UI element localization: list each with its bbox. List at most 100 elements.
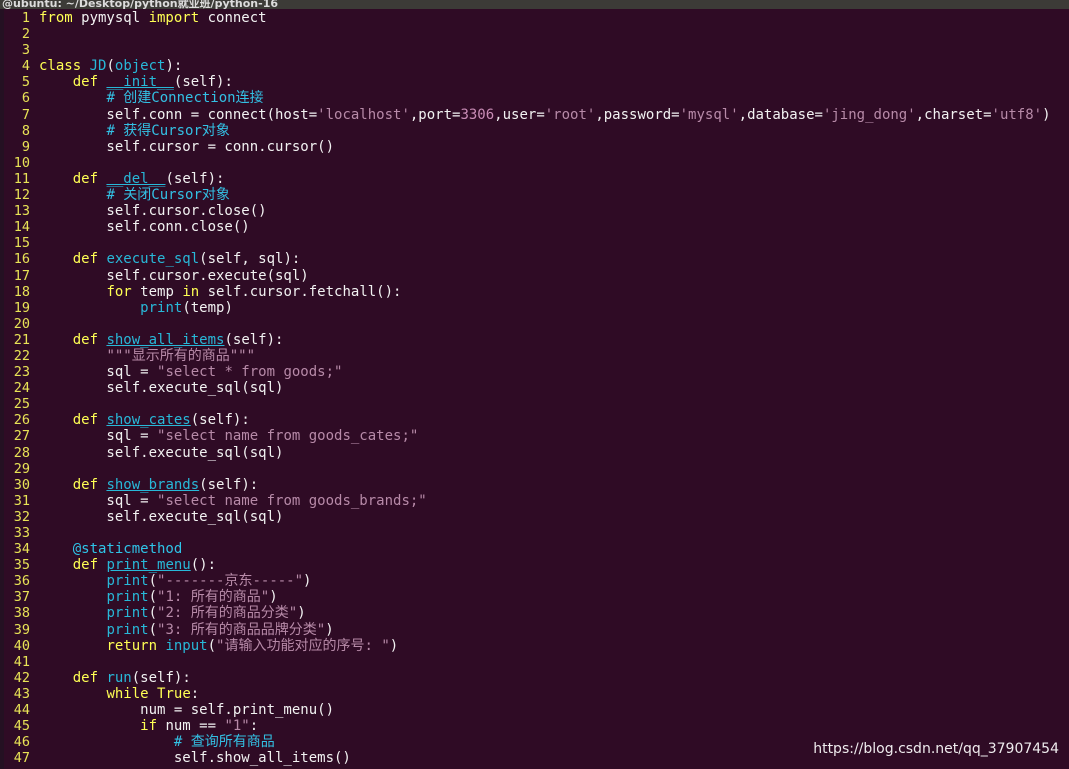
code-token: if [140,718,158,735]
code-token: "select * from goods;" [157,364,343,381]
code-line[interactable]: 9 self.cursor = conn.cursor() [0,139,1069,155]
line-number: 10 [13,154,30,171]
code-token: (temp) [182,299,233,316]
code-line[interactable]: 32 self.execute_sql(sql) [0,509,1069,525]
code-line[interactable]: 4 class JD(object): [0,58,1069,74]
line-number: 39 [13,621,30,638]
code-line[interactable]: 18 for temp in self.cursor.fetchall(): [0,284,1069,300]
code-line[interactable]: 39 print("3: 所有的商品品牌分类") [0,622,1069,638]
code-token: object [114,58,166,75]
code-token: ( [148,605,158,622]
line-content: def __init__(self): [39,74,233,90]
code-line[interactable]: 23 sql = "select * from goods;" [0,364,1069,380]
code-token: show_cates [106,412,191,429]
code-line[interactable]: 8 # 获得Cursor对象 [0,123,1069,139]
line-number: 5 [21,74,30,91]
code-line[interactable]: 20 [0,316,1069,332]
line-content: def print_menu(): [39,557,216,573]
line-number: 44 [13,702,30,719]
code-line[interactable]: 10 [0,155,1069,171]
line-content: self.execute_sql(sql) [39,509,283,525]
code-token: ( [148,573,158,590]
code-token: self.cursor = conn.cursor() [39,138,335,155]
code-line[interactable]: 2 [0,26,1069,42]
code-token: (self): [199,476,259,493]
line-content: # 关闭Cursor对象 [39,187,229,203]
line-number: 30 [13,476,30,493]
code-line[interactable]: 35 def print_menu(): [0,557,1069,573]
code-token: def [72,74,99,91]
line-number: 31 [13,492,30,509]
title-bar[interactable]: @ubuntu: ~/Desktop/python就业班/python-16 [0,0,1069,9]
line-number: 45 [13,718,30,735]
code-line[interactable]: 3 [0,42,1069,58]
code-line[interactable]: 17 self.cursor.execute(sql) [0,268,1069,284]
code-line[interactable]: 19 print(temp) [0,300,1069,316]
line-content: print(temp) [39,300,233,316]
line-number: 47 [13,750,30,767]
line-content: # 创建Connection连接 [39,90,263,106]
code-token: @staticmethod [72,541,183,558]
code-line[interactable]: 42 def run(self): [0,670,1069,686]
code-token: 3306 [460,106,495,123]
code-line[interactable]: 22 """显示所有的商品""" [0,348,1069,364]
code-line[interactable]: 34 @staticmethod [0,541,1069,557]
code-token: print [106,589,149,606]
code-line[interactable]: 33 [0,525,1069,541]
line-number: 14 [13,219,30,236]
code-line[interactable]: 11 def __del__(self): [0,171,1069,187]
code-token: def [72,412,99,429]
code-line[interactable]: 7 self.conn = connect(host='localhost',p… [0,107,1069,123]
code-token: self.execute_sql(sql) [39,444,284,461]
line-content: print("-------京东-----") [39,573,311,589]
code-line[interactable]: 6 # 创建Connection连接 [0,90,1069,106]
code-line[interactable]: 14 self.conn.close() [0,219,1069,235]
line-content: sql = "select * from goods;" [39,364,342,380]
code-line[interactable]: 41 [0,654,1069,670]
code-editor[interactable]: 1 from pymysql import connect 2 3 4 class JD(… [0,10,1069,766]
code-line[interactable]: 12 # 关闭Cursor对象 [0,187,1069,203]
code-line[interactable]: 26 def show_cates(self): [0,412,1069,428]
code-line[interactable]: 31 sql = "select name from goods_brands;… [0,493,1069,509]
code-line[interactable]: 38 print("2: 所有的商品分类") [0,605,1069,621]
line-number: 19 [13,299,30,316]
code-line[interactable]: 30 def show_brands(self): [0,477,1069,493]
code-token: "select name from goods_brands;" [157,492,427,509]
code-token: "请输入功能对应的序号: " [216,637,390,654]
code-line[interactable]: 27 sql = "select name from goods_cates;" [0,428,1069,444]
code-token: (self): [131,669,191,686]
code-line[interactable]: 40 return input("请输入功能对应的序号: ") [0,638,1069,654]
code-token: sql = [39,364,158,381]
line-content: sql = "select name from goods_cates;" [39,428,418,444]
line-content: from pymysql import connect [39,10,267,26]
code-line[interactable]: 44 num = self.print_menu() [0,702,1069,718]
code-line[interactable]: 29 [0,461,1069,477]
code-line[interactable]: 37 print("1: 所有的商品") [0,589,1069,605]
code-token: ,user= [494,106,545,123]
code-line[interactable]: 28 self.execute_sql(sql) [0,445,1069,461]
line-content: def execute_sql(self, sql): [39,251,301,267]
code-line[interactable]: 36 print("-------京东-----") [0,573,1069,589]
code-token: self.conn.close() [39,219,250,236]
line-number: 33 [13,525,30,541]
line-content: sql = "select name from goods_brands;" [39,492,427,509]
code-line[interactable]: 24 self.execute_sql(sql) [0,380,1069,396]
code-token: run [106,669,132,686]
code-line[interactable]: 13 self.cursor.close() [0,203,1069,219]
code-line[interactable]: 45 if num == "1": [0,718,1069,734]
code-line[interactable]: 43 while True: [0,686,1069,702]
code-line[interactable]: 25 [0,396,1069,412]
code-line[interactable]: 16 def execute_sql(self, sql): [0,251,1069,267]
line-number: 3 [21,42,30,59]
code-line[interactable]: 21 def show_all_items(self): [0,332,1069,348]
code-token: : [190,685,200,702]
code-line[interactable]: 5 def __init__(self): [0,74,1069,90]
code-line[interactable]: 1 from pymysql import connect [0,10,1069,26]
code-line[interactable]: 15 [0,235,1069,251]
code-token: self.cursor.fetchall(): [199,283,402,300]
code-token: self.conn = connect(host= [39,106,318,123]
code-token: sql = [39,428,158,445]
